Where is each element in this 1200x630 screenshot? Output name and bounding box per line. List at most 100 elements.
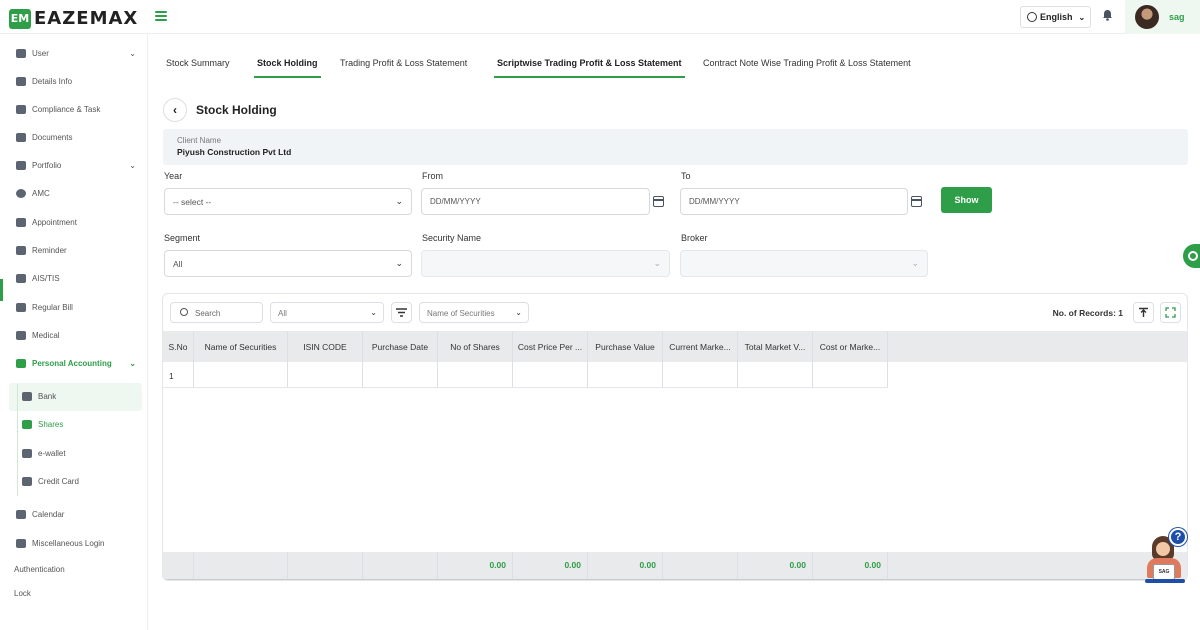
to-date-input[interactable]: DD/MM/YYYY [680, 188, 908, 215]
sidebar-item-label: Credit Card [38, 476, 79, 486]
sidebar-item-documents[interactable]: Documents [16, 129, 142, 145]
export-icon[interactable] [1133, 302, 1154, 323]
sidebar-subitem-e-wallet[interactable]: e-wallet [22, 445, 132, 461]
year-select-value: -- select -- [173, 197, 212, 207]
sidebar-item-reminder[interactable]: Reminder [16, 242, 142, 258]
user-check-icon [22, 448, 32, 458]
sidebar-item-label: Medical [32, 330, 60, 340]
sidebar-item-label: Calendar [32, 509, 65, 519]
column-header[interactable]: Cost or Marke... [813, 331, 888, 362]
back-button[interactable]: ‹ [163, 98, 187, 122]
chevron-down-icon: ⌄ [911, 258, 919, 268]
column-select-value: Name of Securities [427, 309, 495, 318]
sidebar-item-details-info[interactable]: Details Info [16, 73, 142, 89]
search-placeholder: Search [195, 309, 221, 318]
column-header[interactable]: Current Marke... [663, 331, 738, 362]
sidebar-item-label: Documents [32, 132, 73, 142]
segment-select-value: All [173, 259, 183, 269]
helper-face [1156, 542, 1170, 556]
tab-label: Stock Holding [257, 58, 318, 68]
helper-laptop: SAG [1153, 564, 1175, 580]
column-header[interactable]: S.No [163, 331, 194, 362]
show-button[interactable]: Show [941, 187, 992, 213]
table-filter-select[interactable]: All ⌄ [270, 302, 384, 323]
tab-label: Contract Note Wise Trading Profit & Loss… [703, 58, 911, 68]
sidebar-item-personal-accounting[interactable]: Personal Accounting ⌄ [16, 355, 142, 371]
sidebar-item-label: Appointment [32, 217, 77, 227]
from-date-input[interactable]: DD/MM/YYYY [421, 188, 650, 215]
from-label: From [422, 171, 443, 181]
sidebar-subitem-bank[interactable]: Bank [22, 388, 132, 404]
total-cell: 0.00 [513, 552, 588, 579]
column-select[interactable]: Name of Securities ⌄ [419, 302, 529, 323]
column-header[interactable]: Purchase Value [588, 331, 663, 362]
broker-label: Broker [681, 233, 708, 243]
sidebar-item-medical[interactable]: Medical [16, 327, 142, 343]
sidebar-subitem-shares[interactable]: Shares [22, 416, 132, 432]
total-cell: 0.00 [738, 552, 813, 579]
security-name-label: Security Name [422, 233, 482, 243]
to-calendar-icon[interactable] [911, 196, 922, 207]
language-label: English [1040, 12, 1073, 22]
fullscreen-icon[interactable] [1160, 302, 1181, 323]
brand-logo[interactable]: EM EAZEMAX [9, 8, 138, 29]
sidebar-item-appointment[interactable]: Appointment [16, 214, 142, 230]
filter-select-value: All [278, 309, 287, 318]
tab-stock-holding[interactable]: Stock Holding [254, 48, 321, 78]
tab-label: Stock Summary [166, 58, 230, 68]
chevron-down-icon: ⌄ [515, 308, 522, 317]
sidebar-item-ais-tis[interactable]: AIS/TIS [16, 270, 142, 286]
person-icon [16, 160, 26, 170]
year-label: Year [164, 171, 183, 181]
column-header[interactable]: Total Market V... [738, 331, 813, 362]
column-header[interactable]: No of Shares [438, 331, 513, 362]
settings-gear-icon[interactable] [1183, 244, 1200, 268]
sidebar-item-label: Personal Accounting [32, 358, 112, 368]
user-menu[interactable]: sag [1125, 0, 1200, 34]
column-header[interactable]: Purchase Date [363, 331, 438, 362]
user-name: sag [1169, 12, 1185, 22]
broker-select[interactable]: ⌄ [680, 250, 928, 277]
language-selector[interactable]: English ⌄ [1020, 6, 1091, 28]
table-search-input[interactable]: Search [170, 302, 263, 323]
sidebar-item-authentication[interactable]: Authentication [14, 565, 65, 574]
sidebar-item-regular-bill[interactable]: Regular Bill [16, 299, 142, 315]
sidebar-item-calendar[interactable]: Calendar [16, 506, 142, 522]
sidebar-item-user[interactable]: User ⌄ [16, 45, 142, 61]
sidebar-item-amc[interactable]: AMC [16, 185, 142, 201]
total-cell [663, 552, 738, 579]
sidebar-item-misc-login[interactable]: Miscellaneous Login [16, 535, 142, 551]
total-cell [363, 552, 438, 579]
logo-mark: EM [9, 8, 31, 29]
home-icon [16, 48, 26, 58]
tab-underline [254, 76, 321, 78]
sidebar-item-label: User [32, 48, 49, 58]
notification-bell-icon[interactable] [1102, 9, 1113, 21]
help-assistant[interactable]: SAG ? [1143, 528, 1189, 584]
tab-scriptwise-trading-pl[interactable]: Scriptwise Trading Profit & Loss Stateme… [494, 48, 685, 78]
from-date-placeholder: DD/MM/YYYY [430, 197, 481, 206]
filter-icon[interactable] [391, 302, 412, 323]
chevron-down-icon: ⌄ [395, 258, 403, 268]
chevron-down-icon: ⌄ [370, 308, 377, 317]
from-calendar-icon[interactable] [653, 196, 664, 207]
column-header[interactable]: Cost Price Per ... [513, 331, 588, 362]
tab-underline [494, 76, 685, 78]
security-name-select[interactable]: ⌄ [421, 250, 670, 277]
client-name-label: Client Name [177, 136, 222, 145]
menu-toggle-icon[interactable] [155, 11, 167, 21]
sidebar-item-compliance[interactable]: Compliance & Task [16, 101, 142, 117]
sidebar-item-portfolio[interactable]: Portfolio ⌄ [16, 157, 142, 173]
segment-select[interactable]: All ⌄ [164, 250, 412, 277]
sidebar-subitem-credit-card[interactable]: Credit Card [22, 473, 132, 489]
sidebar-item-lock[interactable]: Lock [14, 589, 31, 598]
user-check-icon [16, 358, 26, 368]
total-cell: 0.00 [813, 552, 888, 579]
tab-stock-summary[interactable]: Stock Summary [166, 48, 230, 78]
column-header[interactable]: Name of Securities [194, 331, 288, 362]
tab-trading-pl[interactable]: Trading Profit & Loss Statement [340, 48, 467, 78]
year-select[interactable]: -- select -- ⌄ [164, 188, 412, 215]
total-cell [163, 552, 194, 579]
column-header[interactable]: ISIN CODE [288, 331, 363, 362]
tab-contract-note-pl[interactable]: Contract Note Wise Trading Profit & Loss… [703, 48, 911, 78]
